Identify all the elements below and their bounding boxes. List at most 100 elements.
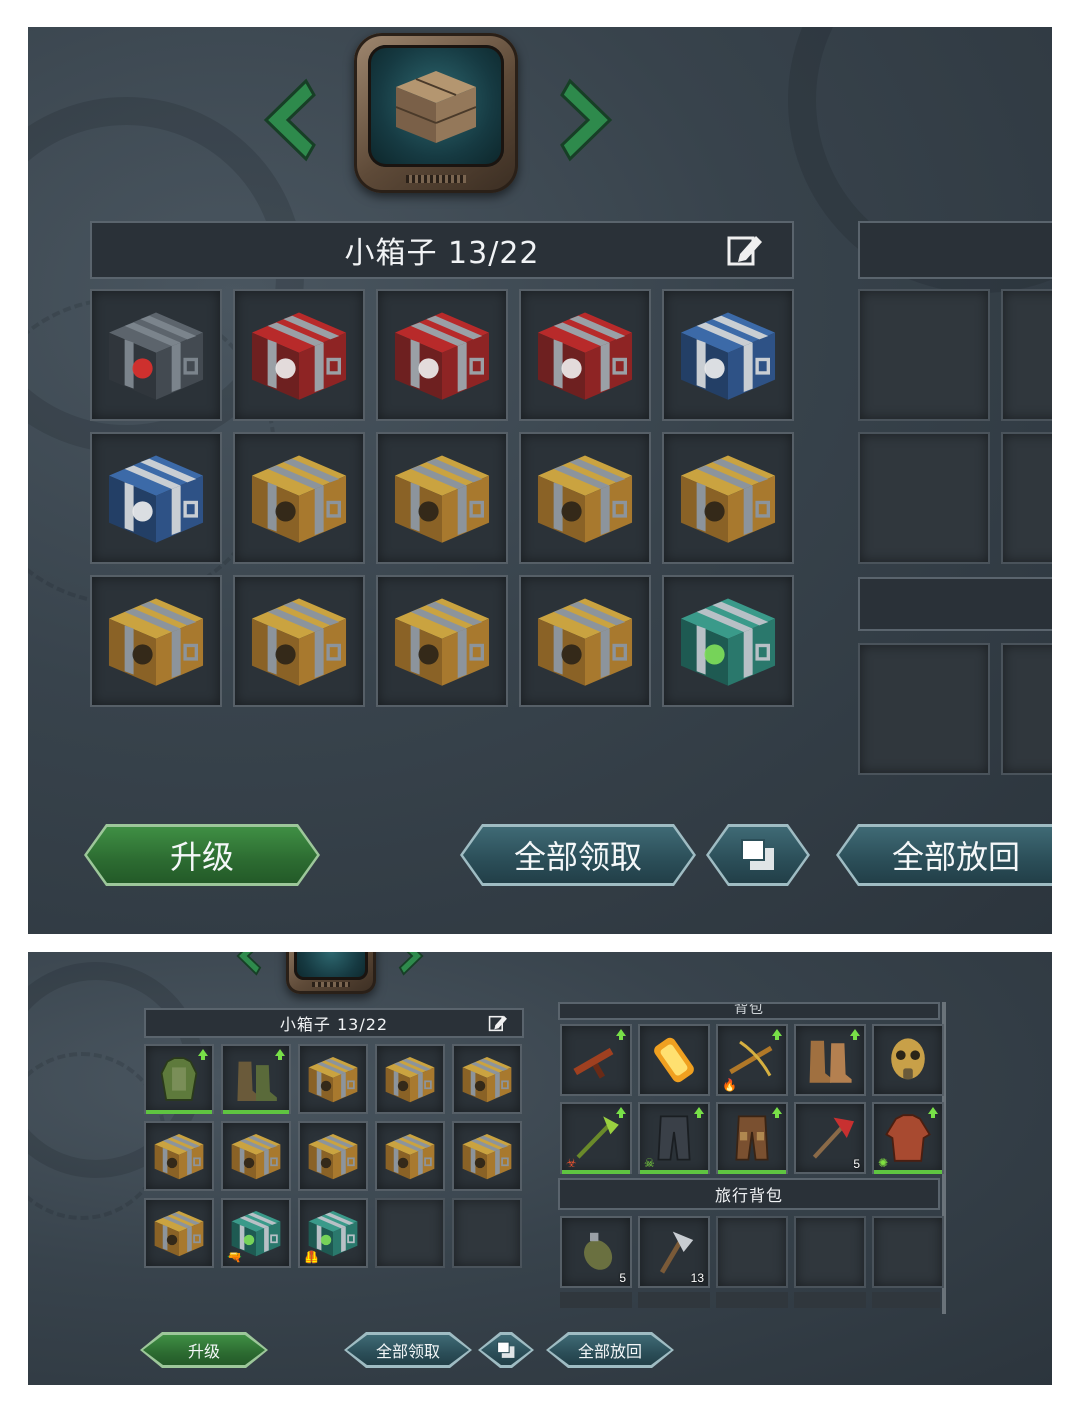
backpack-slot[interactable]: ☣: [560, 1102, 632, 1174]
container-slot[interactable]: [90, 432, 222, 564]
backpack-slot[interactable]: [638, 1024, 710, 1096]
container-slot[interactable]: [144, 1121, 214, 1191]
fire-badge-icon: 🔥: [722, 1078, 737, 1092]
container-title-bar: 小箱子 13/22: [90, 221, 794, 279]
container-slot[interactable]: [519, 432, 651, 564]
next-container-arrow[interactable]: [558, 77, 618, 163]
assault-rifle-icon: [573, 1047, 614, 1079]
container-slot[interactable]: [519, 289, 651, 421]
storage-screen-top: 小箱子 13/22 升级 全部领取 全部放回: [28, 27, 1052, 934]
container-slot[interactable]: [221, 1044, 291, 1114]
return-all-button-label: 全部放回: [891, 838, 1020, 876]
container-slot[interactable]: [144, 1198, 214, 1268]
gold-radiation-chest-icon: [154, 1210, 204, 1257]
claim-all-button-label: 全部领取: [375, 1342, 440, 1361]
travel-bag-slot[interactable]: 5: [560, 1216, 632, 1288]
container-title: 小箱子 13/22: [344, 236, 540, 271]
container-slot[interactable]: [662, 289, 794, 421]
gold-radiation-chest-icon: [154, 1133, 204, 1180]
upgrade-available-icon: [772, 1107, 782, 1118]
backpack-slot[interactable]: [794, 1024, 866, 1096]
container-slot[interactable]: [298, 1121, 368, 1191]
green-armor-vest-icon: [160, 1057, 198, 1101]
container-slot[interactable]: [375, 1121, 445, 1191]
previous-container-arrow[interactable]: [234, 952, 262, 976]
travel-bag-slot[interactable]: [858, 643, 990, 775]
upgrade-available-icon: [616, 1029, 626, 1040]
return-all-button-label: 全部放回: [577, 1342, 642, 1361]
gold-radiation-chest-icon: [462, 1056, 512, 1103]
edit-icon[interactable]: [726, 232, 764, 268]
storage-screen-bottom: 小箱子 13/22 背包 旅行背包 升级 全部领取 全部放回 🔫 🦺 🔥 ☣ ☠…: [28, 952, 1052, 1385]
multi-select-button[interactable]: [478, 1332, 534, 1368]
backpack-slot[interactable]: [872, 1024, 944, 1096]
container-slot[interactable]: [662, 575, 794, 707]
container-slot[interactable]: 🦺: [298, 1198, 368, 1268]
container-slot[interactable]: [144, 1044, 214, 1114]
container-slot[interactable]: [452, 1198, 522, 1268]
claim-all-button[interactable]: 全部领取: [344, 1332, 472, 1368]
container-slot[interactable]: [221, 1121, 291, 1191]
upgrade-button-label: 升级: [187, 1342, 220, 1361]
container-slot[interactable]: [375, 1044, 445, 1114]
gold-radiation-chest-icon: [385, 1056, 435, 1103]
armored-pants-icon: [735, 1115, 769, 1161]
return-all-button[interactable]: 全部放回: [546, 1332, 674, 1368]
container-slot[interactable]: [233, 432, 365, 564]
container-slot[interactable]: [90, 289, 222, 421]
previous-container-arrow[interactable]: [258, 77, 318, 163]
travel-bag-slot[interactable]: [1001, 643, 1052, 775]
next-container-arrow[interactable]: [398, 952, 426, 976]
upgrade-available-icon: [198, 1049, 208, 1060]
travel-bag-title-bar: 旅行背包: [558, 1178, 940, 1210]
container-slot[interactable]: 🔫: [221, 1198, 291, 1268]
gold-radiation-chest-icon: [308, 1056, 358, 1103]
container-slot[interactable]: [452, 1044, 522, 1114]
container-slot[interactable]: [376, 575, 508, 707]
edit-icon[interactable]: [488, 1014, 508, 1033]
container-slot[interactable]: [376, 289, 508, 421]
equipped-indicator: [874, 1170, 942, 1174]
backpack-slot[interactable]: 🔥: [716, 1024, 788, 1096]
container-slot[interactable]: [298, 1044, 368, 1114]
toxic-badge-icon: ✺: [878, 1156, 889, 1170]
backpack-slot[interactable]: ✺: [872, 1102, 944, 1174]
travel-bag-slot[interactable]: 13: [638, 1216, 710, 1288]
travel-bag-slot[interactable]: [716, 1216, 788, 1288]
container-slot[interactable]: [519, 575, 651, 707]
claim-all-button[interactable]: 全部领取: [460, 824, 696, 886]
travel-bag-slot[interactable]: [794, 1216, 866, 1288]
backpack-slot[interactable]: ☠: [638, 1102, 710, 1174]
backpack-slot[interactable]: [716, 1102, 788, 1174]
container-slot[interactable]: [233, 575, 365, 707]
equipped-indicator: [640, 1170, 708, 1174]
container-slot[interactable]: [662, 432, 794, 564]
return-all-button[interactable]: 全部放回: [836, 824, 1052, 886]
upgrade-button[interactable]: 升级: [84, 824, 320, 886]
item-count: 5: [853, 1157, 860, 1171]
container-title-bar: 小箱子 13/22: [144, 1008, 524, 1038]
multi-select-icon: [738, 836, 778, 874]
multi-select-button[interactable]: [706, 824, 810, 886]
backpack-slot[interactable]: [858, 432, 990, 564]
backpack-slot[interactable]: [1001, 432, 1052, 564]
backpack-slot[interactable]: [560, 1024, 632, 1096]
backpack-title-bar: 背包: [558, 1002, 940, 1020]
container-slot[interactable]: [452, 1121, 522, 1191]
gold-radiation-chest-icon: [251, 455, 347, 543]
speaker-grille: [406, 175, 466, 183]
speaker-grille: [312, 982, 350, 987]
biohazard-badge-icon: ☣: [566, 1156, 577, 1170]
gold-radiation-chest-icon: [108, 598, 204, 686]
container-slot[interactable]: [375, 1198, 445, 1268]
travel-bag-slot[interactable]: [872, 1216, 944, 1288]
backpack-slot[interactable]: [858, 289, 990, 421]
container-slot[interactable]: [90, 575, 222, 707]
gold-radiation-chest-icon: [394, 455, 490, 543]
container-slot[interactable]: [233, 289, 365, 421]
backpack-slot[interactable]: [1001, 289, 1052, 421]
backpack-slot[interactable]: 5: [794, 1102, 866, 1174]
container-slot[interactable]: [376, 432, 508, 564]
upgrade-button[interactable]: 升级: [140, 1332, 268, 1368]
gold-radiation-chest-icon: [231, 1133, 281, 1180]
